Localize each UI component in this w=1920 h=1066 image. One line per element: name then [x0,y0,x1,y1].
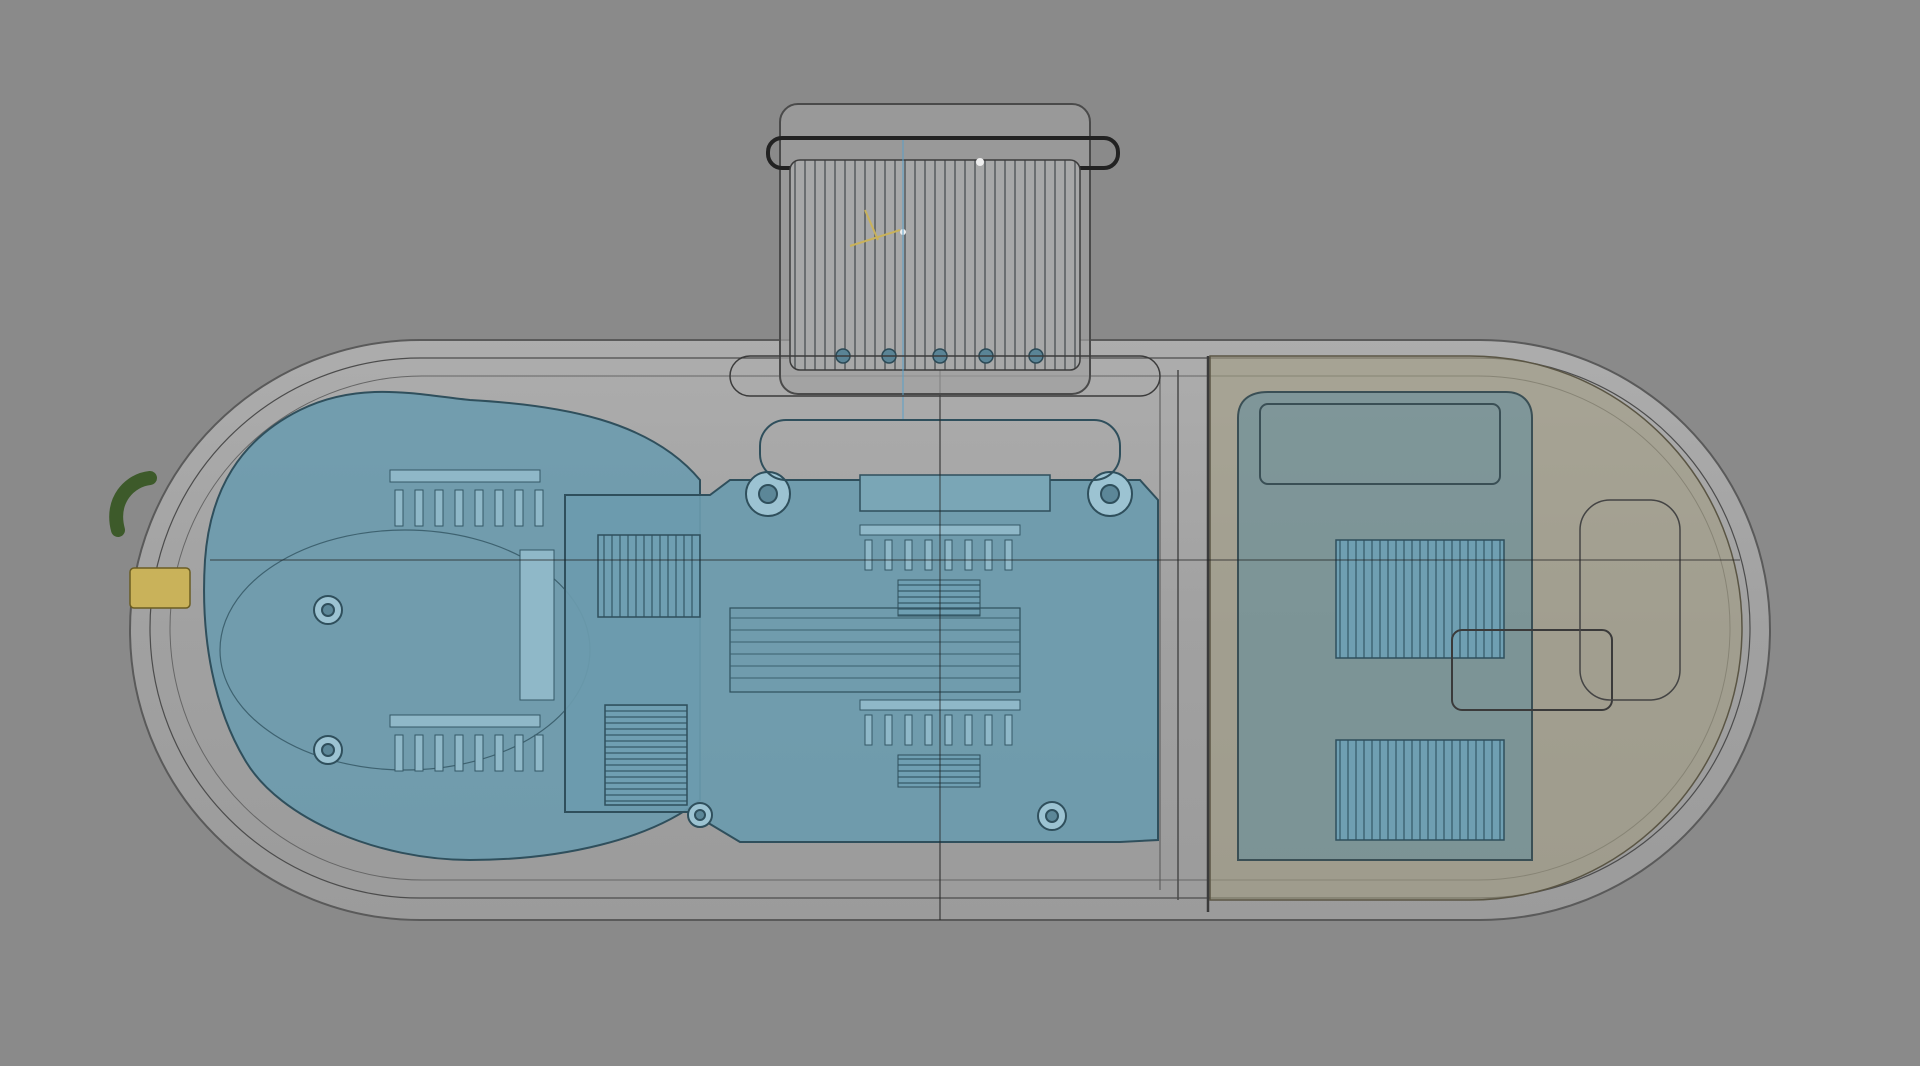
chip-top [597,534,701,618]
gold-contact [129,567,191,609]
ic-upper [897,579,981,617]
ic-lower [897,754,981,788]
chip-bottom [604,704,688,806]
green-gasket [109,471,157,537]
vertical-header [519,549,555,701]
cad-viewport[interactable] [0,0,1920,1066]
device-model[interactable] [0,0,1920,1066]
